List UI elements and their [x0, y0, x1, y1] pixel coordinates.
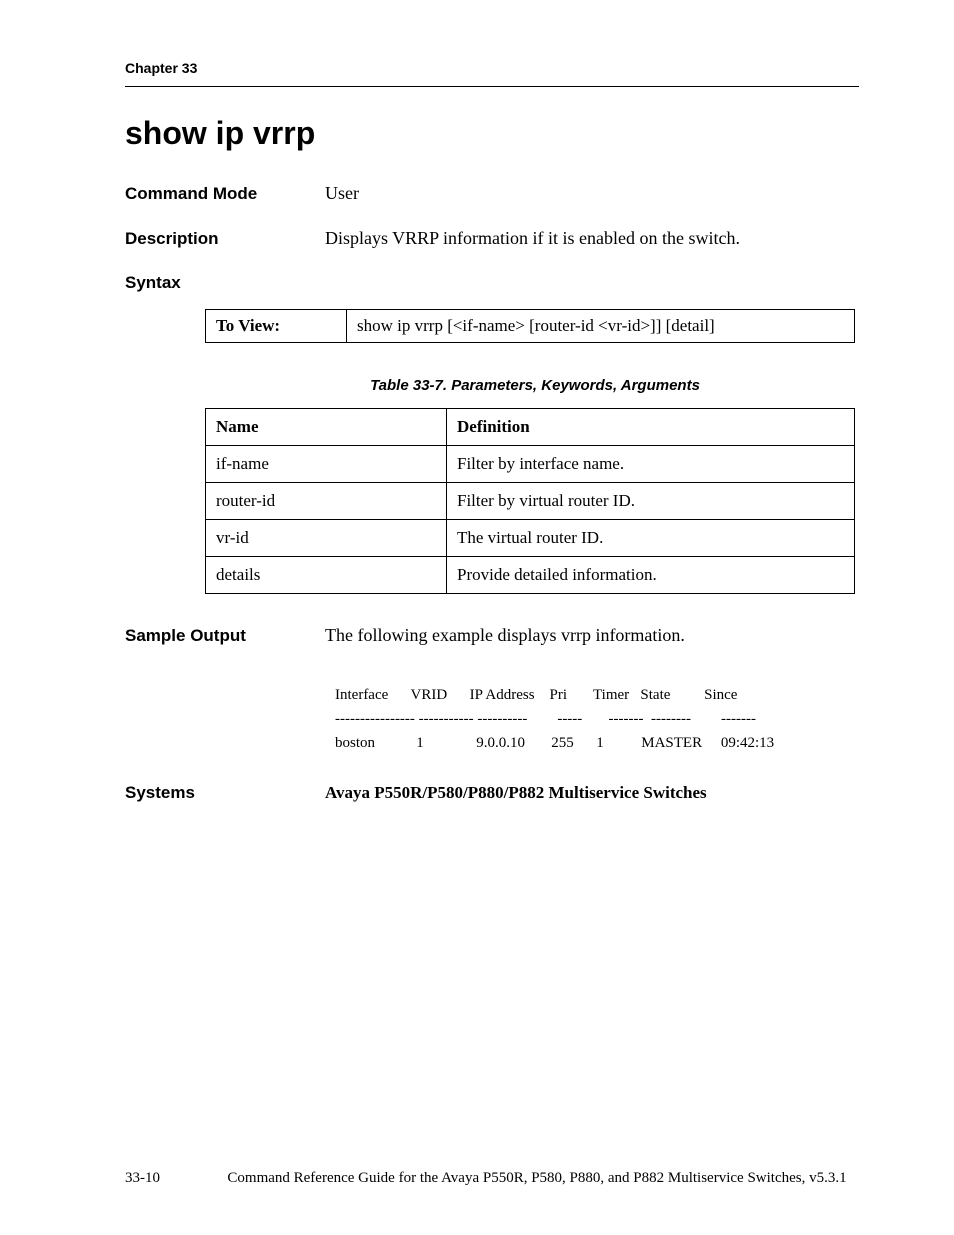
footer-page-number: 33-10 [125, 1170, 215, 1187]
syntax-row-value: show ip vrrp [<if-name> [router-id <vr-i… [347, 309, 855, 342]
sample-output-label: Sample Output [125, 626, 325, 646]
table-row: details Provide detailed information. [206, 556, 855, 593]
description-label: Description [125, 229, 325, 249]
table-row: vr-id The virtual router ID. [206, 519, 855, 556]
footer-text: Command Reference Guide for the Avaya P5… [215, 1170, 859, 1187]
sample-output-text: Interface VRID IP Address Pri Timer Stat… [335, 683, 859, 755]
table-row: if-name Filter by interface name. [206, 445, 855, 482]
command-mode-value: User [325, 182, 359, 205]
sample-output-intro: The following example displays vrrp info… [325, 624, 685, 647]
param-def: Filter by virtual router ID. [447, 482, 855, 519]
col-header-definition: Definition [447, 408, 855, 445]
page-title: show ip vrrp [125, 115, 859, 152]
param-def: The virtual router ID. [447, 519, 855, 556]
param-def: Provide detailed information. [447, 556, 855, 593]
description-value: Displays VRRP information if it is enabl… [325, 227, 740, 250]
param-def: Filter by interface name. [447, 445, 855, 482]
systems-row: Systems Avaya P550R/P580/P880/P882 Multi… [125, 783, 859, 803]
table-row: router-id Filter by virtual router ID. [206, 482, 855, 519]
command-mode-row: Command Mode User [125, 182, 859, 205]
table-row: To View: show ip vrrp [<if-name> [router… [206, 309, 855, 342]
param-name: router-id [206, 482, 447, 519]
syntax-label: Syntax [125, 273, 325, 293]
page-footer: 33-10 Command Reference Guide for the Av… [125, 1170, 859, 1187]
syntax-row-label: To View: [206, 309, 347, 342]
table-header-row: Name Definition [206, 408, 855, 445]
command-mode-label: Command Mode [125, 184, 325, 204]
chapter-header: Chapter 33 [125, 60, 859, 87]
param-name: if-name [206, 445, 447, 482]
table-caption: Table 33-7. Parameters, Keywords, Argume… [225, 377, 845, 394]
syntax-table: To View: show ip vrrp [<if-name> [router… [205, 309, 855, 343]
param-name: details [206, 556, 447, 593]
description-row: Description Displays VRRP information if… [125, 227, 859, 250]
document-page: Chapter 33 show ip vrrp Command Mode Use… [0, 0, 954, 1235]
sample-output-row: Sample Output The following example disp… [125, 624, 859, 647]
systems-label: Systems [125, 783, 325, 803]
parameters-table: Name Definition if-name Filter by interf… [205, 408, 855, 594]
syntax-section: Syntax To View: show ip vrrp [<if-name> … [125, 273, 859, 594]
systems-value: Avaya P550R/P580/P880/P882 Multiservice … [325, 783, 707, 803]
param-name: vr-id [206, 519, 447, 556]
col-header-name: Name [206, 408, 447, 445]
